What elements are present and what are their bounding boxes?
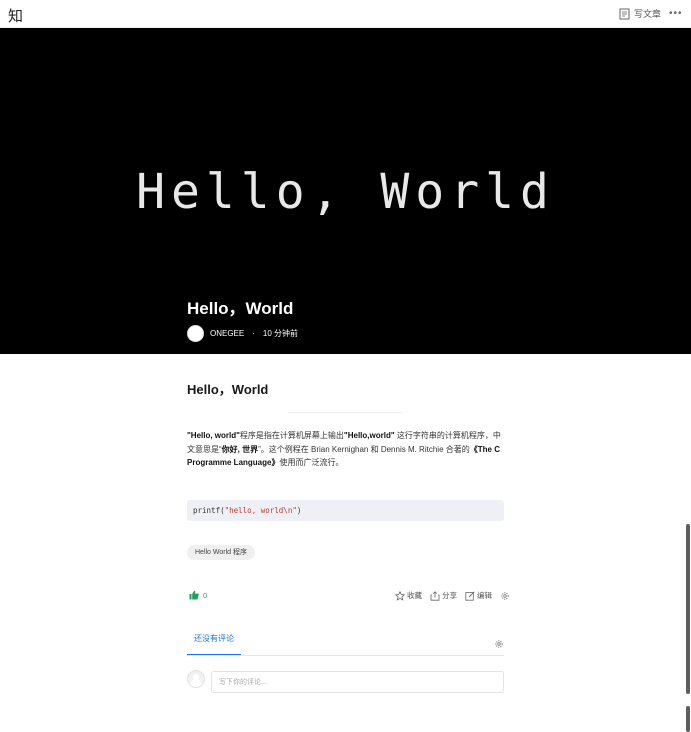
gear-icon — [501, 591, 509, 600]
publish-time: 10 分钟前 — [262, 329, 299, 338]
comment-input[interactable] — [211, 671, 504, 693]
cover-image: Hello, World Hello，World ONEGEE · 10 分钟前 — [0, 28, 691, 354]
article-actions: 收藏 分享 编辑 — [395, 590, 510, 601]
comments-divider — [187, 655, 504, 656]
top-bar: 知 写文章 ••• — [0, 0, 691, 28]
zhihu-logo[interactable]: 知 — [8, 5, 23, 26]
para-text-3: ”。这个例程在 Brian Kernighan 和 Dennis M. Ritc… — [258, 444, 470, 454]
para-bold-3: 你好, 世界 — [221, 444, 259, 454]
author-avatar[interactable] — [187, 325, 204, 342]
collect-label: 收藏 — [407, 591, 422, 600]
share-icon — [430, 590, 440, 601]
para-text-1: 程序是指在计算机屏幕上输出 — [239, 431, 344, 440]
para-bold-1: "Hello, world" — [187, 431, 240, 440]
star-icon — [395, 590, 405, 601]
write-article-button[interactable]: 写文章 — [619, 7, 661, 20]
article-title: Hello，World — [187, 382, 269, 397]
thumbs-up-icon — [189, 590, 199, 600]
hero-title: Hello，World — [187, 299, 294, 318]
author-name[interactable]: ONEGEE — [210, 329, 244, 338]
share-button[interactable]: 分享 — [430, 590, 457, 601]
settings-button[interactable] — [500, 591, 510, 601]
like-count: 0 — [203, 590, 208, 600]
scrollbar-thumb[interactable] — [686, 524, 690, 694]
edit-button[interactable]: 编辑 — [465, 590, 492, 601]
edit-icon — [465, 590, 475, 601]
code-block: printf("hello, world\n") — [187, 500, 504, 521]
tab-comments[interactable]: 还没有评论 — [187, 630, 241, 656]
more-menu-icon[interactable]: ••• — [669, 8, 683, 19]
separator-dot: · — [252, 329, 255, 338]
author-info: ONEGEE · 10 分钟前 — [187, 325, 298, 342]
scrollbar-thumb-lower[interactable] — [686, 706, 690, 732]
para-text-4: 使用而广泛流行。 — [279, 458, 344, 467]
gear-icon — [495, 640, 503, 648]
code-suffix: ) — [296, 506, 302, 515]
like-button[interactable]: 0 — [189, 590, 207, 600]
code-prefix: printf( — [193, 506, 225, 515]
para-bold-2: "Hello,world" — [343, 431, 395, 440]
write-article-label: 写文章 — [634, 9, 662, 19]
code-string: "hello, world\n" — [224, 506, 297, 515]
cover-art-text: Hello, World — [136, 164, 555, 220]
collect-button[interactable]: 收藏 — [395, 590, 422, 601]
article-paragraph: "Hello, world"程序是指在计算机屏幕上输出"Hello,world"… — [187, 429, 505, 470]
write-icon — [619, 8, 630, 19]
edit-label: 编辑 — [477, 591, 492, 600]
topic-tag[interactable]: Hello World 程序 — [187, 545, 255, 560]
comment-settings-button[interactable] — [494, 636, 504, 654]
commenter-avatar — [187, 670, 205, 688]
title-divider — [288, 412, 403, 413]
share-label: 分享 — [442, 591, 457, 600]
